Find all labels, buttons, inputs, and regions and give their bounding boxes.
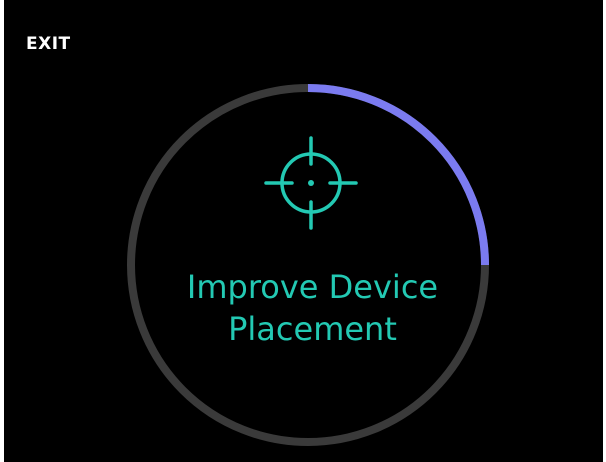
headline-line-2: Placement [228,310,397,348]
crosshair-target-icon [264,136,358,230]
progress-ring-fill [307,84,489,266]
placement-headline: Improve Device Placement [4,266,603,350]
placement-screen: EXIT Improve Device Placement [4,0,603,462]
progress-ring [127,84,489,446]
headline-line-1: Improve Device [186,268,439,306]
